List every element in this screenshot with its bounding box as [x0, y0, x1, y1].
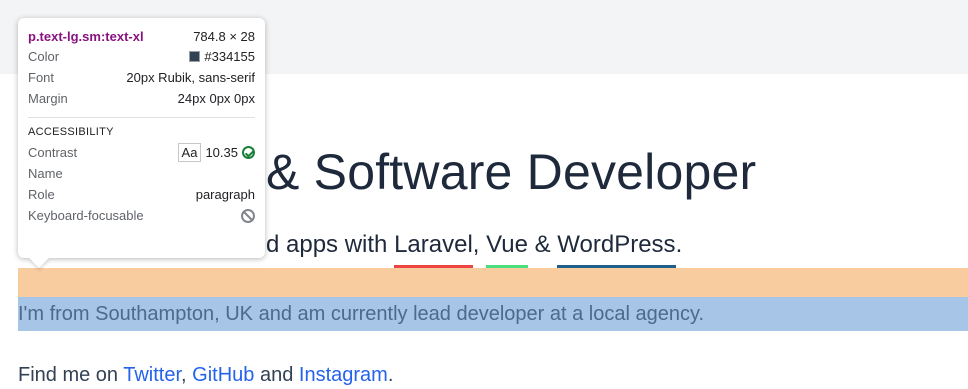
element-selector: p.text-lg.sm:text-xl	[28, 28, 144, 44]
devtools-inspect-tooltip: p.text-lg.sm:text-xl 784.8 × 28 Color #3…	[18, 18, 265, 268]
twitter-link[interactable]: Twitter	[123, 364, 181, 386]
instagram-link[interactable]: Instagram	[299, 364, 388, 386]
no-entry-icon	[241, 208, 255, 223]
color-value: #334155	[204, 49, 255, 64]
name-row: Name	[28, 163, 255, 184]
intro-paragraph: I'm from Southampton, UK and am currentl…	[18, 303, 705, 325]
contrast-sample: Aa	[177, 143, 202, 162]
hero-heading: & Software Developer	[266, 144, 757, 200]
subheading-suffix: .	[675, 231, 683, 258]
font-value: 20px Rubik, sans-serif	[126, 70, 255, 85]
margin-label: Margin	[28, 91, 68, 106]
name-label: Name	[28, 166, 63, 181]
subheading-prefix: d apps with	[266, 231, 395, 258]
wordpress-link[interactable]: WordPress	[557, 228, 676, 268]
github-link[interactable]: GitHub	[192, 364, 254, 386]
social-prefix: Find me on	[18, 364, 124, 386]
font-label: Font	[28, 70, 55, 85]
separator: and	[254, 364, 299, 386]
color-label: Color	[28, 49, 60, 64]
social-links-paragraph: Find me on Twitter, GitHub and Instagram…	[18, 361, 393, 389]
hero-subheading: d apps with Laravel, Vue & WordPress.	[266, 228, 683, 268]
check-circle-icon	[242, 146, 255, 159]
separator: ,	[472, 231, 487, 258]
contrast-row: Contrast Aa 10.35	[28, 142, 255, 163]
separator: &	[527, 231, 558, 258]
contrast-value: 10.35	[205, 145, 238, 160]
contrast-label: Contrast	[28, 145, 78, 160]
laravel-link[interactable]: Laravel	[394, 228, 473, 268]
separator: ,	[181, 364, 193, 386]
focusable-label: Keyboard-focusable	[28, 208, 144, 223]
vue-link[interactable]: Vue	[486, 228, 528, 268]
color-row: Color #334155	[28, 46, 255, 67]
role-row: Role paragraph	[28, 184, 255, 205]
tooltip-header: p.text-lg.sm:text-xl 784.8 × 28	[28, 26, 255, 46]
role-label: Role	[28, 187, 55, 202]
social-suffix: .	[387, 364, 394, 386]
margin-value: 24px 0px 0px	[177, 91, 255, 106]
margin-row: Margin 24px 0px 0px	[28, 88, 255, 109]
focusable-row: Keyboard-focusable	[28, 205, 255, 226]
element-size: 784.8 × 28	[193, 28, 255, 44]
tooltip-arrow	[29, 248, 49, 268]
accessibility-section-title: ACCESSIBILITY	[28, 117, 255, 142]
role-value: paragraph	[195, 187, 255, 202]
inspect-margin-highlight	[18, 268, 968, 297]
color-swatch	[189, 51, 201, 62]
font-row: Font 20px Rubik, sans-serif	[28, 67, 255, 88]
